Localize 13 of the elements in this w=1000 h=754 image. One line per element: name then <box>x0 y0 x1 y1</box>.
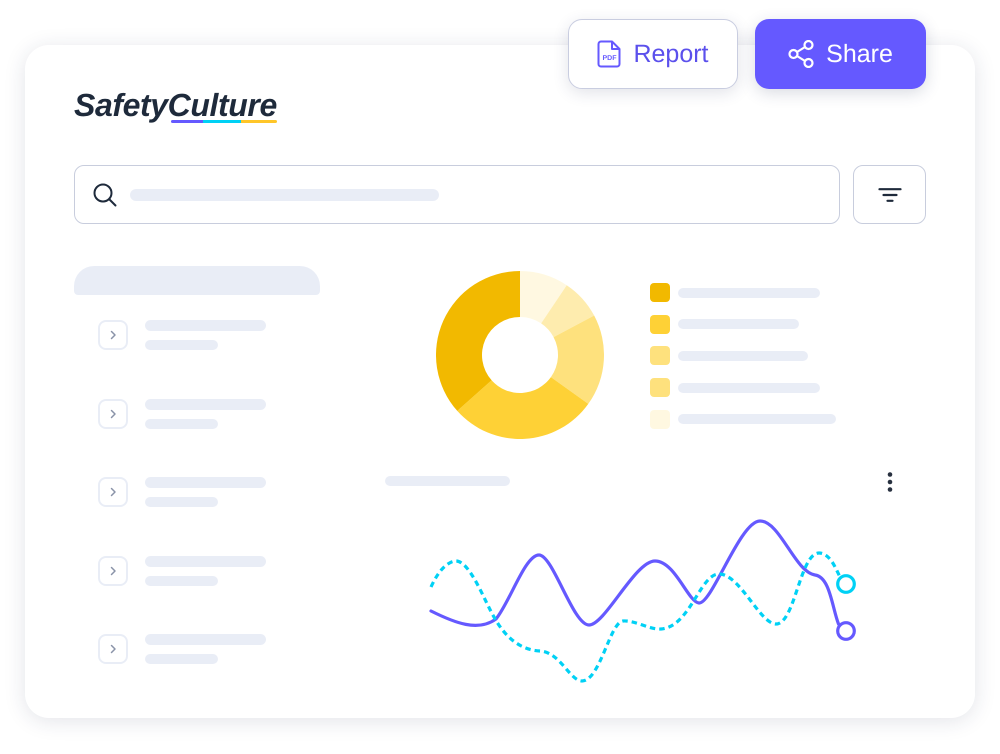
share-button[interactable]: Share <box>755 19 926 89</box>
search-field[interactable] <box>74 165 840 224</box>
expand-button[interactable] <box>98 320 128 350</box>
expand-button[interactable] <box>98 556 128 586</box>
share-icon <box>788 40 814 68</box>
search-icon <box>93 182 117 206</box>
filter-icon <box>878 188 902 202</box>
expand-button[interactable] <box>98 634 128 664</box>
more-menu-icon[interactable] <box>887 472 893 492</box>
expand-button[interactable] <box>98 477 128 507</box>
filter-button[interactable] <box>853 165 926 224</box>
expand-button[interactable] <box>98 398 128 428</box>
logo: SafetyCulture <box>74 88 278 125</box>
